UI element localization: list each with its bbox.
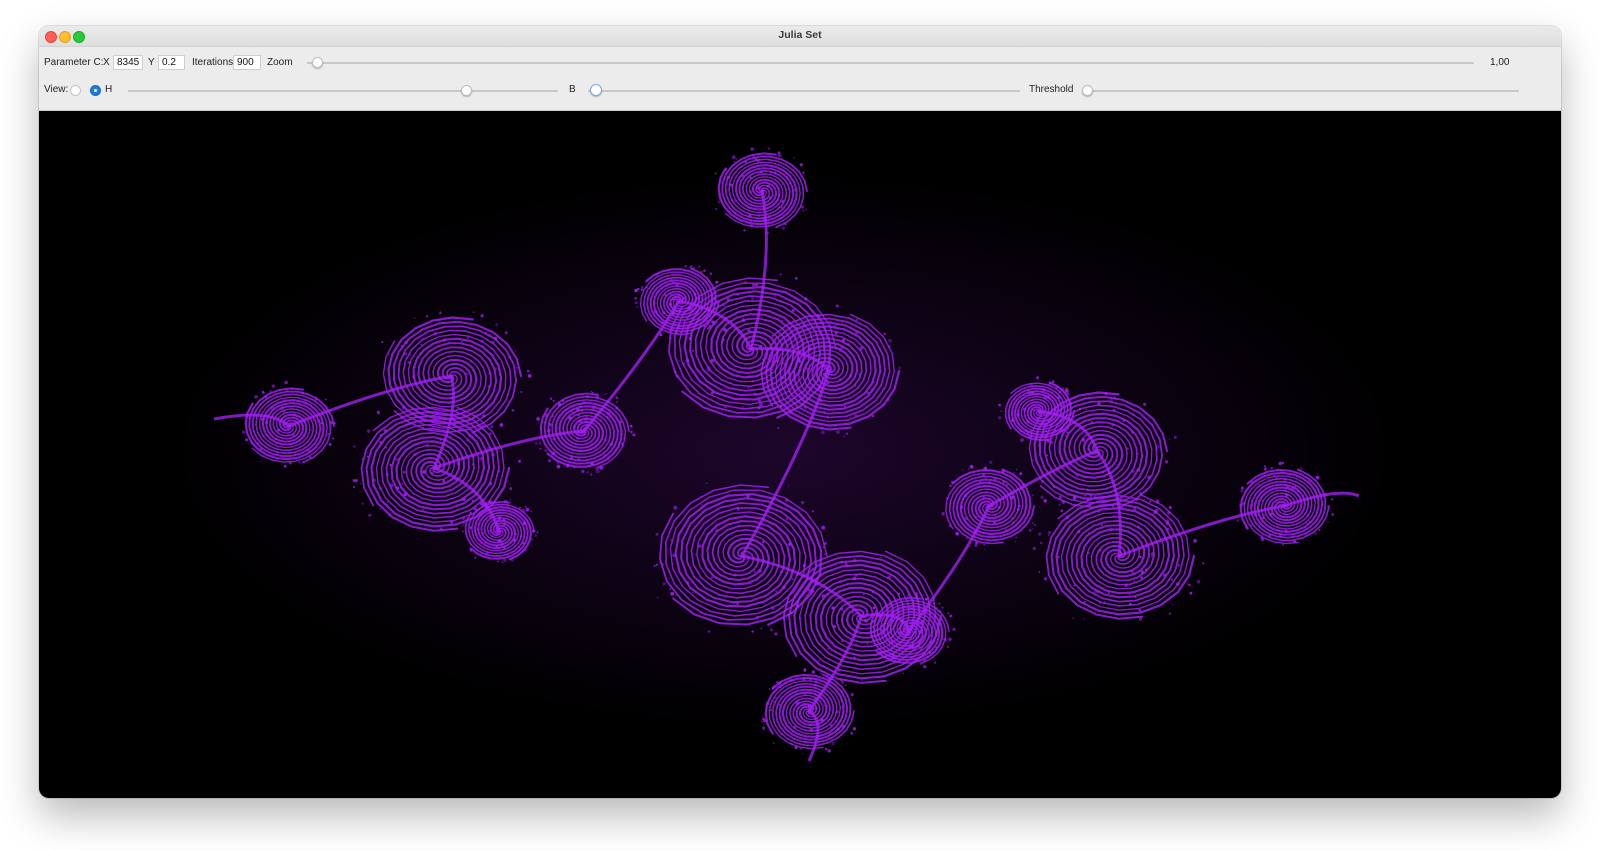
view-label: View: (44, 84, 69, 95)
b-slider-track[interactable] (588, 90, 1020, 92)
zoom-label: Zoom (267, 57, 293, 68)
fractal-canvas[interactable] (39, 111, 1561, 798)
julia-set-render (164, 147, 1404, 762)
iterations-input[interactable] (233, 55, 261, 70)
parameter-c-label: Parameter C: (44, 57, 104, 68)
app-window: Julia Set Parameter C: X Y Iterations Zo… (39, 26, 1561, 798)
threshold-slider-track[interactable] (1085, 90, 1519, 92)
view-h-label: H (105, 84, 113, 95)
h-slider-track[interactable] (128, 90, 558, 92)
x-input[interactable] (113, 55, 143, 70)
title-bar: Julia Set (39, 26, 1561, 47)
zoom-slider-thumb[interactable] (312, 57, 323, 68)
h-slider-thumb[interactable] (461, 85, 472, 96)
fractal-glow (164, 171, 1404, 731)
y-label: Y (148, 57, 155, 68)
threshold-label: Threshold (1029, 84, 1074, 95)
threshold-slider-thumb[interactable] (1082, 85, 1093, 96)
view-radio-option-1[interactable] (70, 85, 81, 96)
zoom-value: 1,00 (1490, 57, 1510, 68)
window-title: Julia Set (778, 29, 822, 41)
y-input[interactable] (158, 55, 185, 70)
x-label: X (103, 57, 110, 68)
iterations-label: Iterations (192, 57, 234, 68)
view-radio-h[interactable] (90, 85, 101, 96)
controls-panel: Parameter C: X Y Iterations Zoom 1,00 Vi… (39, 47, 1561, 111)
zoom-slider-track[interactable] (307, 62, 1474, 64)
b-label: B (569, 84, 576, 95)
b-slider-thumb[interactable] (590, 84, 602, 96)
